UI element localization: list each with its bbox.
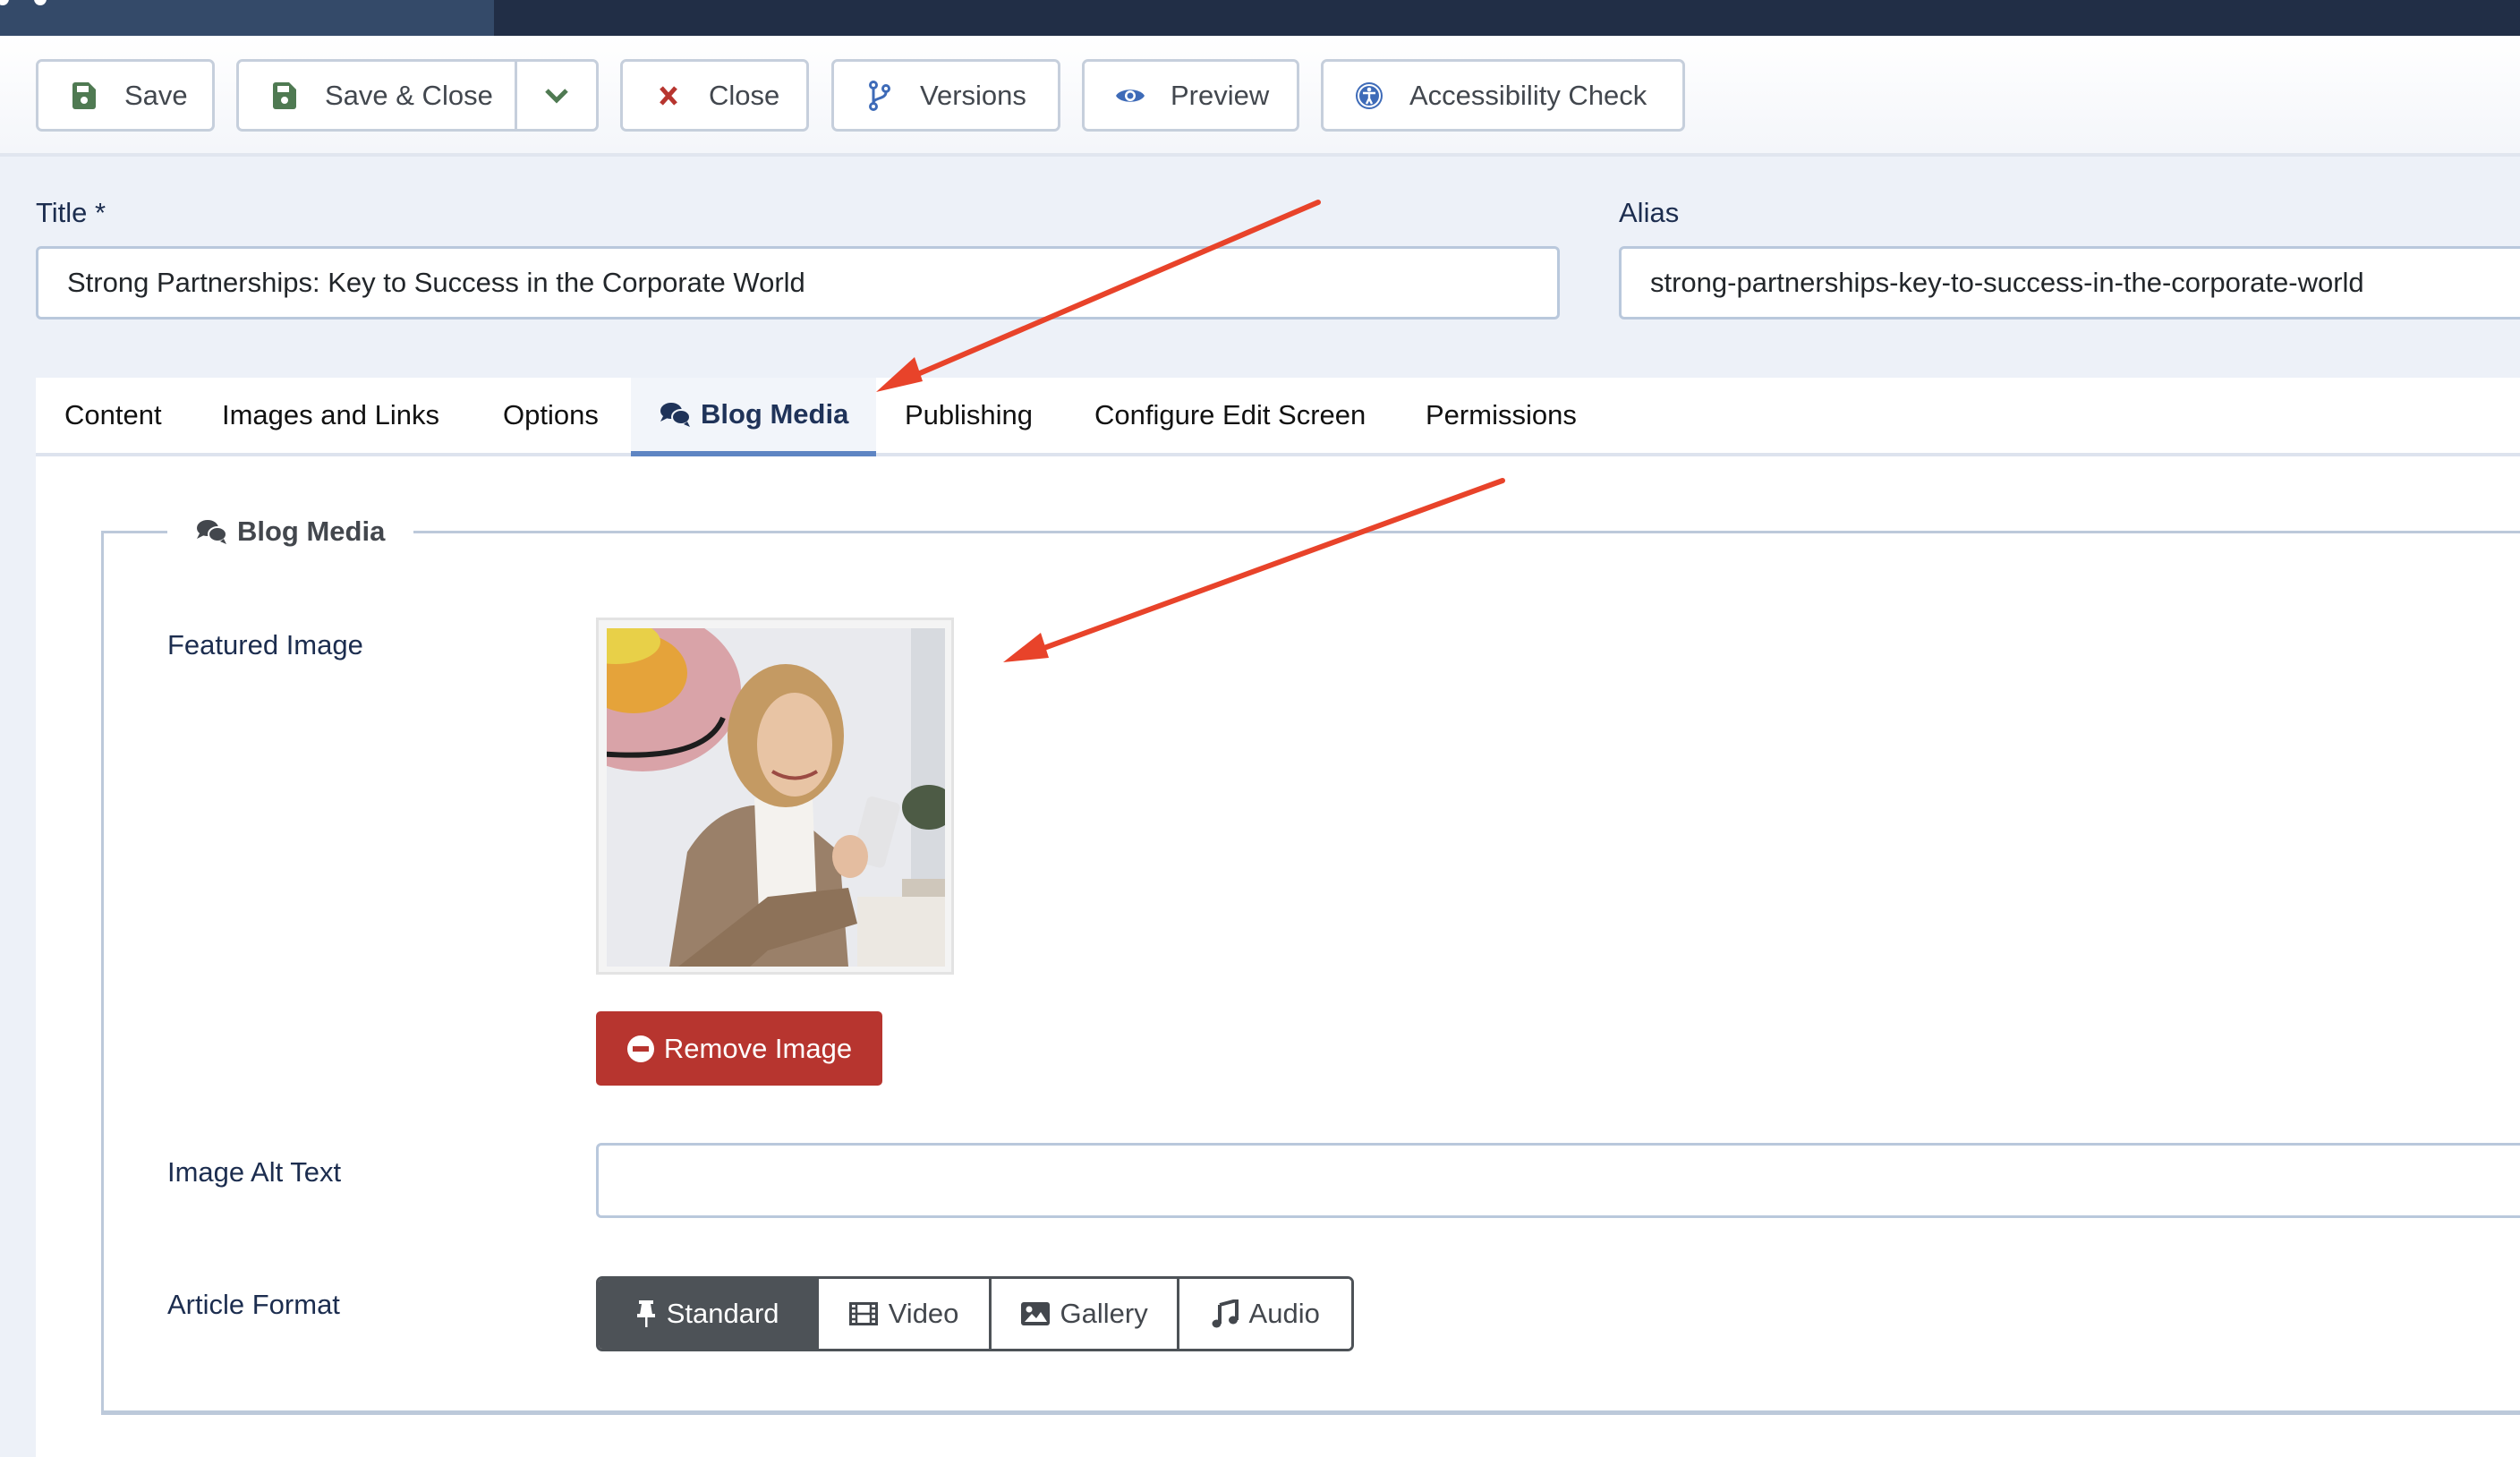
format-gallery-button[interactable]: Gallery [988, 1279, 1178, 1349]
alias-label: Alias [1619, 197, 1680, 228]
thumbtack-icon [636, 1299, 656, 1328]
save-close-button[interactable]: Save & Close [325, 80, 493, 112]
remove-image-button[interactable]: Remove Image [596, 1011, 882, 1086]
eye-icon [1115, 81, 1145, 111]
preview-label: Preview [1171, 79, 1270, 111]
save-icon [269, 81, 300, 111]
tab-content[interactable]: Content [64, 378, 162, 453]
close-x-icon [653, 81, 684, 111]
close-button[interactable]: Close [620, 59, 809, 132]
save-close-button-group: Save & Close [236, 59, 599, 132]
format-audio-button[interactable]: Audio [1177, 1279, 1351, 1349]
header-logo-fragment [34, 0, 47, 5]
format-standard-button[interactable]: Standard [599, 1279, 817, 1349]
universal-access-icon [1354, 81, 1384, 111]
title-input[interactable]: Strong Partnerships: Key to Success in t… [36, 246, 1560, 320]
tab-label: Images and Links [222, 399, 439, 430]
tab-label: Options [503, 399, 599, 430]
tab-publishing[interactable]: Publishing [905, 378, 1033, 453]
image-icon [1020, 1302, 1050, 1325]
legend-text: Blog Media [237, 515, 386, 547]
tab-bar: Content Images and Links Options Blog Me… [36, 378, 2520, 456]
save-button[interactable]: Save [36, 59, 215, 132]
tab-images-and-links[interactable]: Images and Links [222, 378, 439, 453]
comments-icon [196, 518, 228, 545]
tab-options[interactable]: Options [503, 378, 599, 453]
save-label: Save [124, 79, 188, 111]
remove-image-label: Remove Image [663, 1032, 853, 1064]
tab-configure-edit-screen[interactable]: Configure Edit Screen [1094, 378, 1366, 453]
article-format-label: Article Format [167, 1289, 340, 1320]
alias-input[interactable]: strong-partnerships-key-to-success-in-th… [1619, 246, 2520, 320]
featured-image-label: Featured Image [167, 629, 363, 660]
tab-label: Content [64, 399, 162, 430]
tab-label: Permissions [1426, 399, 1577, 430]
comments-icon [660, 401, 692, 428]
article-format-toggle-group: Standard Video Gallery Audio [596, 1276, 1354, 1351]
tab-label: Blog Media [701, 398, 849, 430]
chevron-down-icon [545, 88, 568, 104]
accessibility-check-label: Accessibility Check [1409, 79, 1647, 111]
save-icon [69, 81, 99, 111]
format-label: Audio [1248, 1298, 1320, 1329]
format-label: Standard [666, 1298, 779, 1329]
versions-button[interactable]: Versions [831, 59, 1060, 132]
tab-label: Configure Edit Screen [1094, 399, 1366, 430]
music-icon [1212, 1299, 1239, 1328]
format-video-button[interactable]: Video [816, 1279, 989, 1349]
featured-image [607, 628, 945, 967]
tab-label: Publishing [905, 399, 1034, 430]
admin-header-bar [494, 0, 2520, 36]
close-label: Close [709, 79, 780, 111]
film-icon [848, 1302, 878, 1325]
tab-permissions[interactable]: Permissions [1426, 378, 1577, 453]
format-label: Gallery [1060, 1298, 1148, 1329]
versions-label: Versions [920, 79, 1026, 111]
header-logo-fragment [0, 0, 9, 5]
preview-button[interactable]: Preview [1082, 59, 1299, 132]
minus-circle-icon [626, 1035, 655, 1063]
accessibility-check-button[interactable]: Accessibility Check [1321, 59, 1685, 132]
code-branch-icon [864, 80, 895, 111]
tab-blog-media[interactable]: Blog Media [631, 378, 876, 456]
fieldset-legend: Blog Media [167, 508, 414, 555]
admin-header-sidebar-area [0, 0, 494, 36]
save-options-dropdown-toggle[interactable] [517, 62, 596, 129]
toolbar: Save Save & Close Close Versions Preview [0, 36, 2520, 157]
title-label: Title * [36, 197, 106, 228]
format-label: Video [888, 1298, 959, 1329]
image-alt-text-label: Image Alt Text [167, 1156, 342, 1188]
featured-image-preview [596, 618, 954, 975]
image-alt-text-input[interactable] [596, 1143, 2520, 1218]
